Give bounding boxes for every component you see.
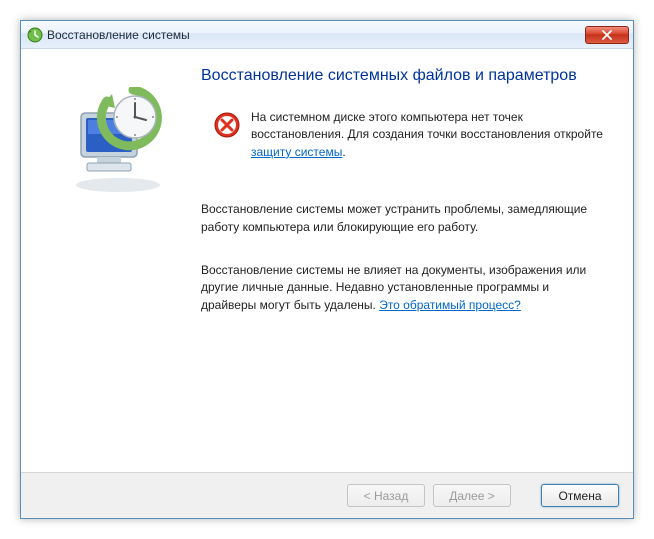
next-button: Далее > [433, 484, 511, 507]
system-restore-graphic-icon [63, 87, 173, 197]
content-pane: Восстановление системных файлов и параме… [193, 67, 611, 462]
system-protection-link[interactable]: защиту системы [251, 145, 342, 159]
system-restore-icon [27, 27, 43, 43]
error-text: На системном диске этого компьютера нет … [251, 109, 603, 161]
dialog-body: Восстановление системных файлов и параме… [21, 49, 633, 472]
titlebar: Восстановление системы [21, 21, 633, 49]
back-button: < Назад [347, 484, 425, 507]
error-message: На системном диске этого компьютера нет … [201, 109, 603, 161]
error-text-part2: . [342, 145, 345, 159]
error-icon [213, 111, 241, 139]
page-heading: Восстановление системных файлов и параме… [201, 67, 603, 85]
info-paragraph-1: Восстановление системы может устранить п… [201, 201, 603, 236]
reversible-process-link[interactable]: Это обратимый процесс? [379, 298, 521, 312]
close-button[interactable] [585, 26, 629, 44]
window-title: Восстановление системы [47, 28, 585, 42]
cancel-button[interactable]: Отмена [541, 484, 619, 507]
error-text-part1: На системном диске этого компьютера нет … [251, 110, 603, 141]
dialog-window: Восстановление системы [20, 20, 634, 519]
info-paragraph-2: Восстановление системы не влияет на доку… [201, 262, 603, 314]
button-bar: < Назад Далее > Отмена [21, 472, 633, 518]
wizard-graphic-pane [43, 67, 193, 462]
